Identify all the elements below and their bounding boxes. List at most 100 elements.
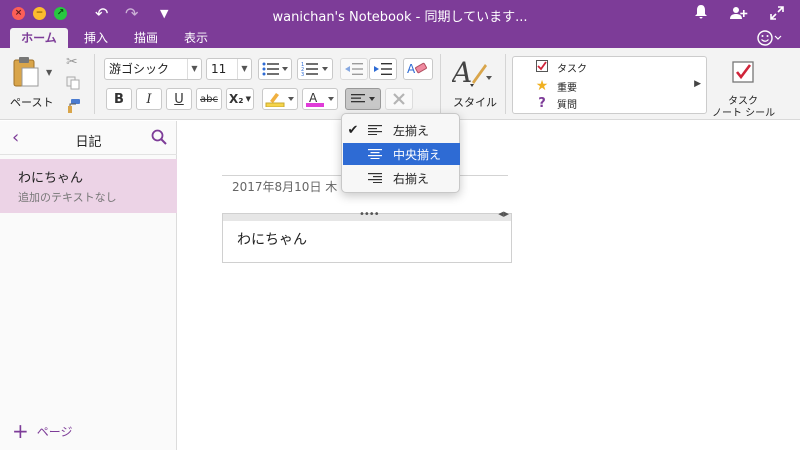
menu-item-label: 左揃え bbox=[393, 123, 430, 138]
highlighter-icon bbox=[265, 93, 294, 107]
tag-label: タスク bbox=[557, 64, 587, 75]
chevron-down-icon[interactable]: ▼ bbox=[237, 59, 251, 79]
styles-label: スタイル bbox=[453, 96, 497, 109]
tag-important[interactable]: ★ 重要 bbox=[535, 78, 577, 94]
paste-dropdown-arrow[interactable]: ▼ bbox=[46, 68, 52, 77]
delete-button[interactable] bbox=[385, 88, 413, 110]
tags-gallery: タスク ★ 重要 ? 質問 ▶ bbox=[512, 56, 707, 114]
page-preview: 追加のテキストなし bbox=[18, 191, 117, 204]
tab-view[interactable]: 表示 bbox=[178, 28, 214, 48]
decrease-indent-icon bbox=[345, 63, 363, 75]
menu-item-label: 中央揃え bbox=[393, 147, 442, 162]
highlight-button[interactable] bbox=[262, 88, 298, 110]
styles-icon: A bbox=[449, 56, 492, 89]
add-person-icon[interactable] bbox=[730, 5, 748, 24]
ribbon-tab-bar: ホーム 挿入 描画 表示 bbox=[0, 28, 800, 48]
chevron-down-icon: ▼ bbox=[245, 95, 251, 103]
tag-question[interactable]: ? 質問 bbox=[535, 96, 577, 111]
svg-text:3: 3 bbox=[301, 72, 304, 76]
clipboard-icon bbox=[13, 57, 39, 87]
page-title: わにちゃん bbox=[18, 171, 84, 186]
window-title: wanichan's Notebook - 同期しています... bbox=[272, 10, 528, 25]
menu-item-align-center[interactable]: 中央揃え bbox=[343, 143, 460, 165]
menu-item-align-right[interactable]: 右揃え bbox=[343, 167, 460, 189]
tag-task[interactable]: タスク bbox=[535, 60, 587, 75]
numbered-list-icon: 123 bbox=[301, 62, 328, 76]
bold-button[interactable]: B bbox=[106, 88, 132, 110]
todo-tag-button[interactable] bbox=[729, 58, 757, 86]
svg-text:A: A bbox=[452, 56, 472, 89]
tags-expand-arrow-icon[interactable]: ▶ bbox=[694, 79, 701, 89]
page-canvas[interactable]: 2017年8月10日 木 •••• ◀▶ わにちゃん bbox=[178, 121, 800, 450]
search-icon[interactable] bbox=[151, 129, 167, 148]
note-text[interactable]: わにちゃん bbox=[237, 229, 307, 249]
bullet-list-icon bbox=[262, 62, 288, 76]
font-color-button[interactable]: A bbox=[302, 88, 338, 110]
notification-bell-icon[interactable] bbox=[695, 5, 707, 23]
font-color-icon: A bbox=[306, 91, 334, 107]
strikethrough-button[interactable]: abc bbox=[196, 88, 222, 110]
star-icon: ★ bbox=[535, 78, 549, 94]
increase-indent-icon bbox=[374, 63, 392, 75]
subscript-button[interactable]: X₂ ▼ bbox=[226, 88, 254, 110]
tag-label: 質問 bbox=[557, 100, 577, 111]
align-right-icon bbox=[363, 173, 387, 183]
add-page-button[interactable]: + ページ bbox=[12, 419, 73, 443]
add-page-label: ページ bbox=[36, 424, 73, 439]
ribbon-separator bbox=[440, 54, 441, 114]
increase-indent-button[interactable] bbox=[369, 58, 397, 80]
ribbon: ▼ ペースト ✂ 游ゴシック ▼ 11 ▼ 123 A B I U abc X₂… bbox=[0, 48, 800, 120]
ribbon-separator bbox=[505, 54, 506, 114]
font-size-combobox[interactable]: 11 ▼ bbox=[206, 58, 252, 80]
tab-insert[interactable]: 挿入 bbox=[78, 28, 114, 48]
font-name-value: 游ゴシック bbox=[109, 62, 170, 76]
resize-handle-icon[interactable]: ◀▶ bbox=[498, 210, 509, 218]
close-x-icon bbox=[393, 93, 405, 105]
menu-item-label: 右揃え bbox=[393, 171, 430, 186]
italic-button[interactable]: I bbox=[136, 88, 162, 110]
checkmark-icon: ✔ bbox=[347, 122, 359, 138]
paste-label: ペースト bbox=[10, 96, 54, 109]
page-date: 2017年8月10日 木 bbox=[232, 180, 338, 194]
numbered-list-button[interactable]: 123 bbox=[297, 58, 333, 80]
clear-formatting-button[interactable]: A bbox=[403, 58, 433, 80]
chevron-down-icon[interactable]: ▼ bbox=[187, 59, 201, 79]
note-container[interactable]: •••• ◀▶ わにちゃん bbox=[222, 209, 512, 263]
menu-item-align-left[interactable]: ✔ 左揃え bbox=[343, 119, 460, 141]
copy-icon[interactable] bbox=[66, 76, 80, 93]
alignment-menu: ✔ 左揃え 中央揃え 右揃え bbox=[341, 113, 460, 193]
checkbox-icon bbox=[535, 60, 549, 75]
title-bar: × − ↗ ↶ ↷ ▼ wanichan's Notebook - 同期していま… bbox=[0, 0, 800, 28]
eraser-icon: A bbox=[407, 62, 427, 76]
expand-icon[interactable] bbox=[770, 5, 784, 24]
drag-handle-icon[interactable]: •••• bbox=[359, 209, 380, 220]
align-center-icon bbox=[363, 149, 387, 159]
paste-button[interactable] bbox=[12, 56, 46, 88]
svg-text:A: A bbox=[407, 62, 416, 76]
note-container-handle[interactable]: •••• ◀▶ bbox=[223, 209, 511, 221]
underline-button[interactable]: U bbox=[166, 88, 192, 110]
decrease-indent-button[interactable] bbox=[340, 58, 368, 80]
styles-button[interactable]: A bbox=[449, 56, 492, 90]
svg-text:A: A bbox=[309, 91, 318, 105]
format-painter-icon[interactable] bbox=[66, 98, 82, 117]
page-list-item[interactable]: わにちゃん 追加のテキストなし bbox=[0, 159, 177, 213]
page-list-panel: ‹ 日記 わにちゃん 追加のテキストなし + ページ bbox=[0, 121, 177, 450]
paragraph-alignment-button[interactable] bbox=[345, 88, 381, 110]
cut-icon[interactable]: ✂ bbox=[66, 54, 78, 70]
font-name-combobox[interactable]: 游ゴシック ▼ bbox=[104, 58, 202, 80]
section-header: ‹ 日記 bbox=[0, 121, 177, 155]
subscript-label: X₂ bbox=[229, 92, 244, 106]
tag-label: 重要 bbox=[557, 82, 577, 94]
tab-draw[interactable]: 描画 bbox=[128, 28, 164, 48]
tab-home[interactable]: ホーム bbox=[10, 28, 68, 48]
question-icon: ? bbox=[538, 96, 546, 111]
bullet-list-button[interactable] bbox=[258, 58, 292, 80]
task-note-label-line2: ノート シール bbox=[712, 108, 776, 119]
feedback-smiley-icon[interactable] bbox=[756, 28, 782, 48]
task-checkbox-icon bbox=[732, 61, 754, 83]
align-left-icon bbox=[363, 125, 387, 135]
ribbon-separator bbox=[94, 54, 95, 114]
font-size-value: 11 bbox=[211, 62, 227, 76]
plus-icon: + bbox=[12, 419, 29, 443]
